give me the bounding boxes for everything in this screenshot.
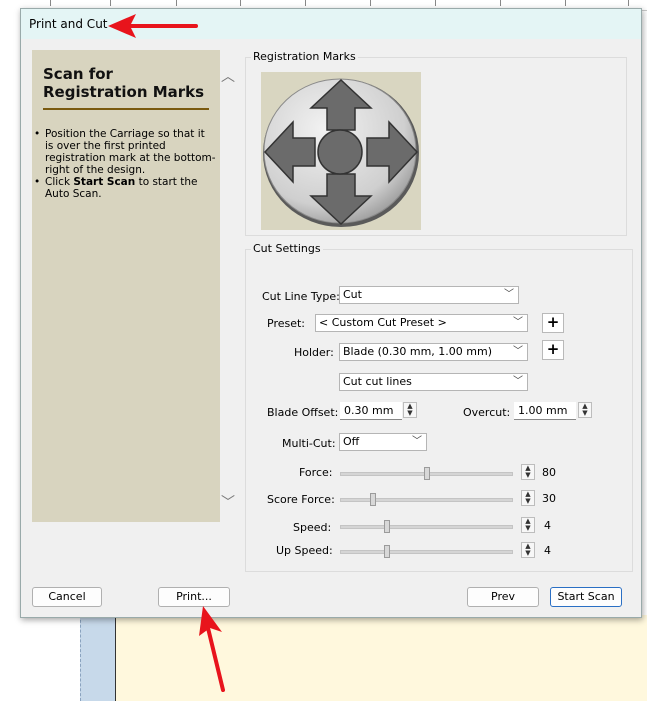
up-speed-slider[interactable]	[340, 545, 513, 558]
blade-offset-stepper[interactable]: ▲ ▼	[403, 402, 417, 418]
multi-cut-select[interactable]: Off ﹀	[339, 433, 427, 451]
print-button[interactable]: Print...	[158, 587, 230, 607]
force-slider-thumb[interactable]	[423, 467, 430, 480]
cut-lines-select[interactable]: Cut cut lines ﹀	[339, 373, 528, 391]
up-speed-label: Up Speed:	[276, 544, 333, 557]
chevron-down-icon: ﹀	[412, 436, 422, 447]
chevron-down-icon: ﹀	[504, 289, 514, 300]
cut-settings-label: Cut Settings	[251, 242, 323, 255]
preset-label: Preset:	[267, 317, 306, 330]
dialog-title: Print and Cut	[29, 17, 108, 31]
holder-select[interactable]: Blade (0.30 mm, 1.00 mm) ﹀	[339, 343, 528, 361]
chevron-down-icon: ﹀	[513, 346, 523, 357]
speed-label: Speed:	[293, 521, 332, 534]
chevron-down-icon: ﹀	[513, 376, 523, 387]
print-and-cut-dialog: Print and Cut Scan for Registration Mark…	[20, 8, 642, 618]
force-value: 80	[542, 466, 556, 479]
start-scan-button[interactable]: Start Scan	[550, 587, 622, 607]
holder-label: Holder:	[294, 346, 334, 359]
cut-line-type-label: Cut Line Type:	[262, 290, 340, 303]
speed-value: 4	[544, 519, 551, 532]
dialog-titlebar[interactable]: Print and Cut	[21, 9, 641, 39]
score-force-slider[interactable]	[340, 493, 513, 506]
up-speed-stepper[interactable]: ▲ ▼	[521, 542, 535, 558]
direction-pad	[261, 72, 421, 230]
cut-line-type-select[interactable]: Cut ﹀	[339, 286, 519, 304]
instruction-step: Click Start Scan to start the Auto Scan.	[34, 176, 216, 200]
title-underline	[43, 108, 209, 110]
center-button-icon[interactable]	[317, 129, 363, 175]
instruction-panel: Scan for Registration Marks Position the…	[32, 50, 220, 522]
blade-offset-input[interactable]: 0.30 mm	[340, 402, 402, 420]
registration-marks-label: Registration Marks	[251, 50, 358, 63]
scroll-down-icon[interactable]: ﹀	[221, 492, 235, 512]
prev-button[interactable]: Prev	[467, 587, 539, 607]
design-canvas	[115, 615, 647, 701]
overcut-stepper[interactable]: ▲ ▼	[578, 402, 592, 418]
force-label: Force:	[299, 466, 333, 479]
up-speed-slider-thumb[interactable]	[384, 545, 391, 558]
speed-slider[interactable]	[340, 520, 513, 533]
instruction-list: Position the Carriage so that it is over…	[34, 128, 216, 200]
overcut-label: Overcut:	[463, 406, 511, 419]
score-force-value: 30	[542, 492, 556, 505]
speed-stepper[interactable]: ▲ ▼	[521, 517, 535, 533]
speed-slider-thumb[interactable]	[384, 520, 391, 533]
scroll-up-icon[interactable]: ︿	[221, 66, 235, 86]
add-holder-button[interactable]: +	[542, 340, 564, 360]
force-slider[interactable]	[340, 467, 513, 480]
force-stepper[interactable]: ▲ ▼	[521, 464, 535, 480]
instruction-title: Scan for Registration Marks	[43, 65, 205, 101]
blade-offset-label: Blade Offset:	[267, 406, 339, 419]
score-force-stepper[interactable]: ▲ ▼	[521, 490, 535, 506]
multi-cut-label: Multi-Cut:	[282, 437, 336, 450]
overcut-input[interactable]: 1.00 mm	[514, 402, 576, 420]
instruction-step: Position the Carriage so that it is over…	[34, 128, 216, 176]
design-strip	[80, 615, 116, 701]
score-force-label: Score Force:	[267, 493, 335, 506]
up-speed-value: 4	[544, 544, 551, 557]
score-force-slider-thumb[interactable]	[370, 493, 377, 506]
plus-icon: +	[546, 340, 560, 358]
add-preset-button[interactable]: +	[542, 313, 564, 333]
plus-icon: +	[546, 313, 560, 331]
chevron-down-icon: ﹀	[513, 317, 523, 328]
workspace-margin	[0, 10, 20, 701]
preset-select[interactable]: < Custom Cut Preset > ﹀	[315, 314, 528, 332]
cancel-button[interactable]: Cancel	[32, 587, 102, 607]
